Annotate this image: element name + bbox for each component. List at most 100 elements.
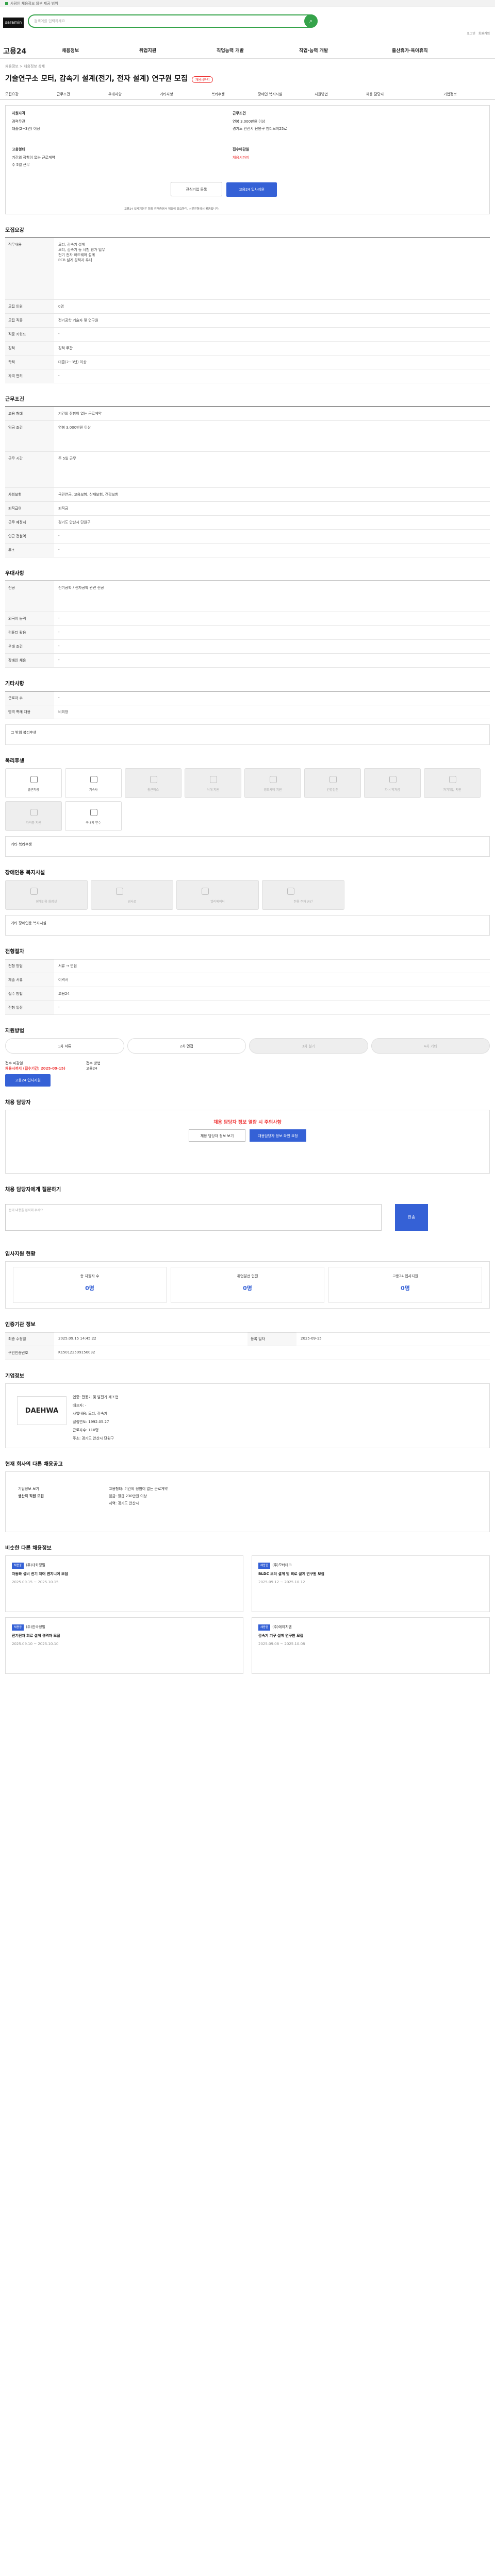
welfare-item: 건강검진 [304,768,361,798]
row-value: - [58,332,60,336]
view-manager-button[interactable]: 채용 담당자 정보 보기 [189,1129,245,1142]
stat-item: 고용24 입사지원 0명 [328,1267,482,1303]
tab-disability[interactable]: 장애인 복지시설 [258,92,282,97]
send-button[interactable]: 전송 [395,1204,428,1231]
site-header: saramin 검색어를 입력하세요 ⌕ 로그인 회원가입 [0,7,495,41]
row-label: 등록 일자 [248,1332,296,1346]
row-value: K150122509150032 [58,1350,95,1354]
qa-box: 문의 내용을 입력해 주세요 전송 [5,1197,490,1238]
same-heading: 현재 회사의 다른 채용공고 [5,1462,63,1467]
card-date: 2025.09.08 ~ 2025.10.08 [258,1642,305,1646]
util-links: 로그인 회원가입 [464,31,490,36]
welfare-item: 경조사비 지원 [244,768,301,798]
row-value: - [58,616,60,620]
nav-item-jobs[interactable]: 채용정보 [62,47,79,54]
apply-steps: 1차 서류 2차 면접 3차 실기 4차 기타 [5,1038,490,1054]
same-title[interactable]: 생산직 직원 모집 [18,1493,44,1500]
search-icon[interactable]: ⌕ [304,14,318,28]
welfare-item: 식대 지원 [185,768,241,798]
card-title[interactable]: 전기전자 회로 설계 경력자 모집 [12,1633,237,1639]
same-company-card[interactable]: 기업정보 보기 생산직 직원 모집 고용형태: 기간의 정함이 없는 근로계약 임금… [5,1471,490,1532]
company-info: 업종: 전동기 및 발전기 제조업 [73,1395,119,1399]
company-logo: DAEHWA [17,1396,67,1425]
similar-card[interactable]: 채용중 (주)모터테크 BLDC 모터 설계 및 회로 설계 연구원 모집 2025.… [252,1555,490,1612]
tab-welfare[interactable]: 복리후생 [211,92,225,97]
etc-heading: 기타사항 [5,681,24,687]
row-value: 2025.09.15 14:45:22 [58,1336,96,1341]
elevator-icon [202,888,209,895]
tab-etc[interactable]: 기타사항 [160,92,173,97]
nav-item-leave[interactable]: 출산휴가·육아휴직 [392,47,428,54]
row-label: 컴퓨터 활용 [5,626,54,639]
nav-item-ability[interactable]: 직업·능력 개발 [299,47,328,54]
recruit-table: 직무내용 모터, 감속기 설계 모터, 감속기 등 시험 평가 업무 전기 전자 하… [5,238,490,383]
top-notice-bar: 사람인 채용정보 외부 제공 범위 [0,0,495,7]
apply-button[interactable]: 고용24 입사지원 [226,182,277,197]
same-left[interactable]: 기업정보 보기 [18,1485,44,1493]
work-heading: 근무조건 [5,397,24,402]
bookmark-button[interactable]: 관심기업 등록 [171,182,222,196]
tab-recruit[interactable]: 모집요강 [5,92,19,97]
tab-company[interactable]: 기업정보 [443,92,457,97]
row-label: 모집 직종 [5,314,54,327]
wage-value: 연봉 3,000만원 이상 [233,120,266,124]
join-link[interactable]: 회원가입 [478,32,490,36]
tab-work[interactable]: 근무조건 [57,92,70,97]
brand-logo[interactable]: 고용24 [3,46,26,56]
etc-table: 근로자 수- 병역 특례 채용 비희망 [5,691,490,719]
row-value: - [58,548,60,552]
facility-item: 장애인용 화장실 [5,880,88,910]
login-link[interactable]: 로그인 [467,32,475,36]
card-company: (주)에이치엠 [272,1625,292,1629]
welfare-item: 통근버스 [125,768,182,798]
row-value: 경기도 안산시 단원구 [58,520,91,524]
wage-label: 근무조건 [233,111,246,115]
location-value: 경기도 안산시 단원구 엠티브이25로 [233,127,287,131]
row-label: 외국어 능력 [5,612,54,625]
question-textarea[interactable]: 문의 내용을 입력해 주세요 [5,1204,382,1231]
row-label: 우대 조건 [5,640,54,653]
row-label: 전형 일정 [5,1001,54,1014]
row-value: 연봉 3,000만원 이상 [58,426,91,430]
step-item: 3차 실기 [249,1038,368,1054]
card-title[interactable]: 감속기 기구 설계 연구원 모집 [258,1633,483,1639]
card-title[interactable]: 자동화 설비 전기 제어 엔지니어 모집 [12,1571,237,1577]
search-box[interactable]: 검색어를 입력하세요 ⌕ [28,14,318,28]
row-label: 모집 인원 [5,300,54,313]
card-title[interactable]: BLDC 모터 설계 및 회로 설계 연구원 모집 [258,1571,483,1577]
nav-item-support[interactable]: 취업지원 [139,47,156,54]
row-label: 전형 방법 [5,959,54,973]
pref-table: 전공 전기공학 / 전자공학 관련 전공 외국어 능력 - 컴퓨터 활용 - 우대 조… [5,581,490,668]
search-input[interactable]: 검색어를 입력하세요 [34,19,65,24]
row-value: - [58,630,60,634]
company-heading: 기업정보 [5,1374,24,1379]
health-icon [329,776,337,783]
row-value: 이력서 [58,978,69,982]
similar-card[interactable]: 채용중 (주)한국정밀 전기전자 회로 설계 경력자 모집 2025.09.10 ~ … [5,1617,243,1674]
similar-card[interactable]: 채용중 (주)에이치엠 감속기 기구 설계 연구원 모집 2025.09.08 ~ 2… [252,1617,490,1674]
row-label: 접수 방법 [5,987,54,1001]
card-date: 2025.09.12 ~ 2025.10.12 [258,1580,305,1584]
deadline-value: 채용시까지 [233,156,250,160]
row-value: 대졸(2~3년) 이상 [58,360,87,364]
site-logo[interactable]: saramin [3,18,24,28]
similar-card[interactable]: 채용중 (주)대화정밀 자동화 설비 전기 제어 엔지니어 모집 2025.09.15… [5,1555,243,1612]
posting-heading: 인증기관 정보 [5,1322,36,1328]
tab-manager[interactable]: 채용 담당자 [366,92,384,97]
tab-pref[interactable]: 우대사항 [108,92,122,97]
company-info: 주소: 경기도 안산시 단원구 [73,1436,114,1440]
row-label: 경력 [5,342,54,355]
step-item: 4차 기타 [371,1038,490,1054]
welfare-item: 자격증 지원 [5,801,62,831]
nav-item-training[interactable]: 직업능력 개발 [217,47,244,54]
welfare-item: 기숙사 [65,768,122,798]
row-value: 0명 [58,304,64,309]
row-value: 서류 → 면접 [58,964,77,968]
welfare-grid: 출근차량 기숙사 통근버스 식대 지원 경조사비 지원 건강검진 자녀 학자금 … [0,768,495,831]
apply-button-2[interactable]: 고용24 입사지원 [5,1074,51,1087]
tab-apply[interactable]: 지원방법 [315,92,328,97]
request-manager-button[interactable]: 채용담당자 정보 확인 요청 [250,1129,306,1142]
card-tag: 채용중 [12,1563,24,1569]
method-value: 고용24 [86,1066,97,1071]
manager-box: 채용 담당자 정보 열람 시 주의사항 채용 담당자 정보 보기 채용담당자 정보… [5,1110,490,1174]
